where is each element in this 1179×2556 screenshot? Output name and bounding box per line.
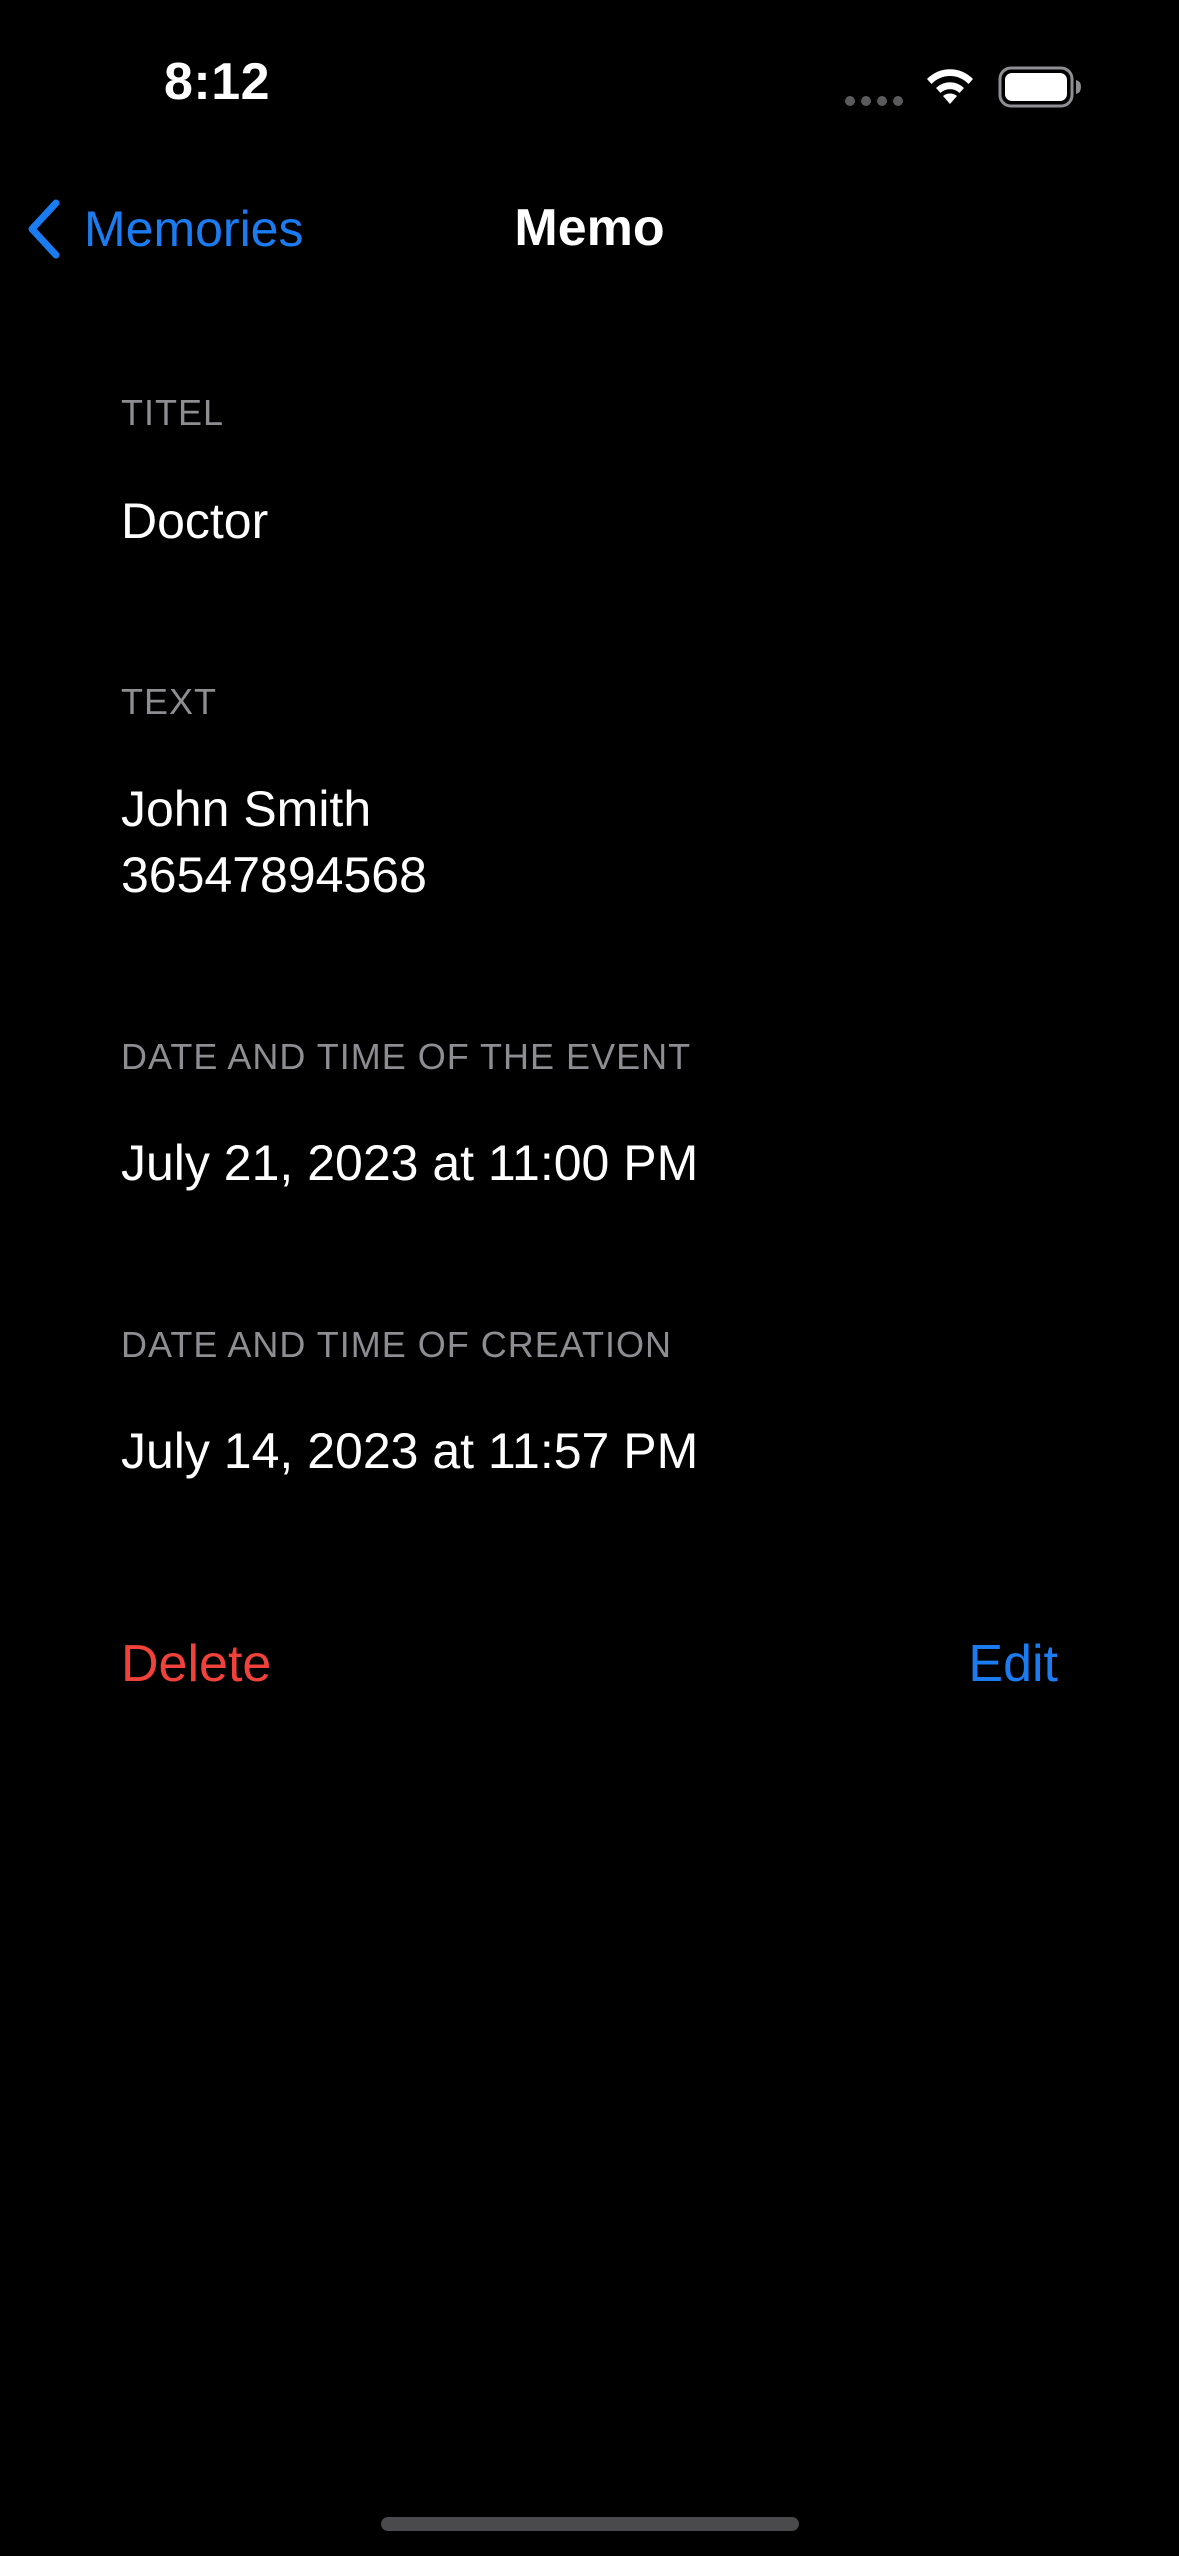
title-field-value: Doctor — [121, 493, 269, 549]
delete-button[interactable]: Delete — [121, 1634, 271, 1694]
text-field-label: TEXT — [121, 681, 218, 722]
creation-date-label: DATE AND TIME OF CREATION — [121, 1324, 673, 1365]
status-bar: 8:12 — [0, 0, 1179, 140]
event-date-label: DATE AND TIME OF THE EVENT — [121, 1036, 692, 1077]
navigation-bar: Memories Memo — [0, 180, 1179, 276]
creation-date-value: July 14, 2023 at 11:57 PM — [121, 1423, 699, 1479]
text-field-value-line1: John Smith — [121, 781, 372, 837]
page-title: Memo — [514, 199, 665, 257]
home-indicator[interactable] — [381, 2517, 799, 2531]
cellular-signal-icon — [845, 96, 905, 106]
text-field-value-line2: 36547894568 — [121, 847, 427, 903]
title-field-label: TITEL — [121, 392, 225, 433]
edit-button[interactable]: Edit — [968, 1634, 1058, 1694]
event-date-value: July 21, 2023 at 11:00 PM — [121, 1135, 699, 1191]
wifi-icon — [927, 69, 973, 104]
battery-icon — [998, 66, 1081, 108]
status-time: 8:12 — [164, 53, 271, 111]
